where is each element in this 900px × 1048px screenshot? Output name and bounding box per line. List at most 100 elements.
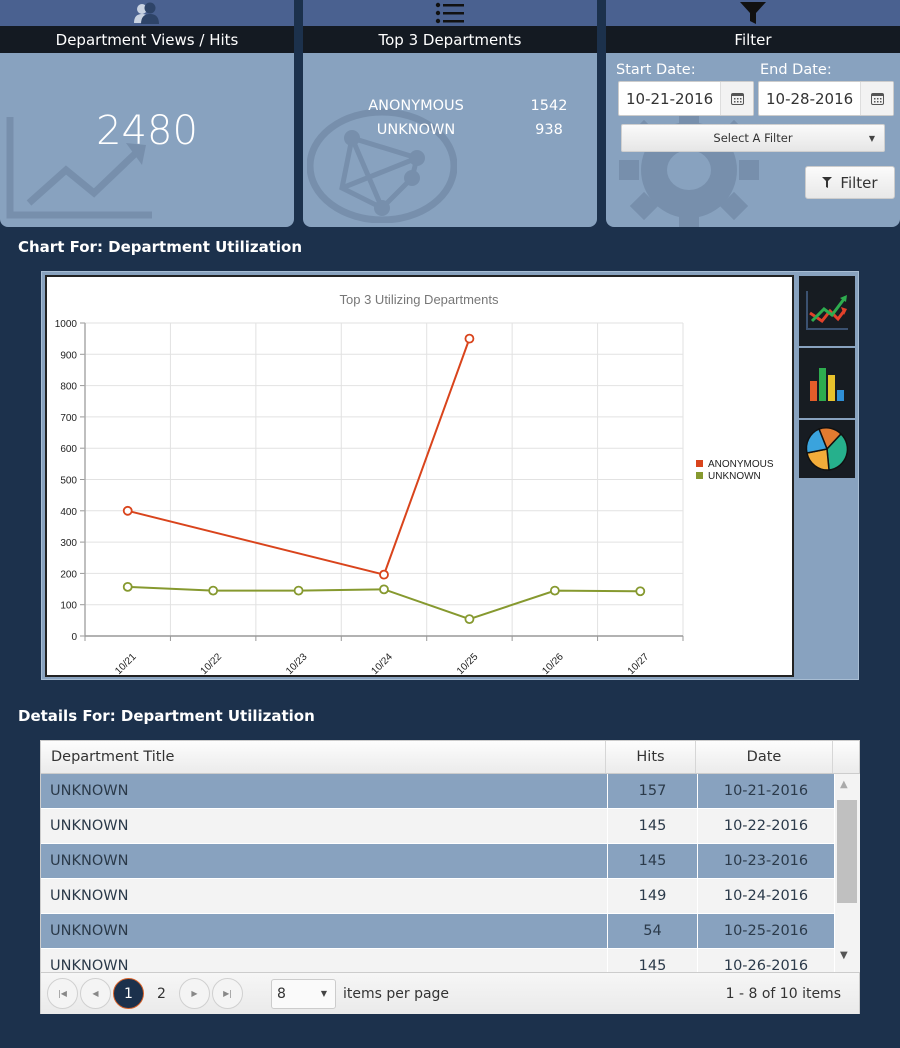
last-page-button[interactable]: ▶| xyxy=(212,978,243,1009)
total-hits-value: 2480 xyxy=(96,108,198,154)
legend-swatch xyxy=(696,472,703,479)
pie-chart-icon xyxy=(805,427,849,471)
line-chart-type-button[interactable] xyxy=(799,276,855,346)
y-tick-label: 900 xyxy=(60,350,77,361)
data-point[interactable] xyxy=(208,585,219,596)
x-tick-label: 10/23 xyxy=(284,651,310,675)
y-tick-label: 800 xyxy=(60,382,77,393)
vertical-scrollbar[interactable]: ▲ ▼ xyxy=(835,774,860,972)
funnel-icon xyxy=(740,2,766,24)
y-tick-label: 300 xyxy=(60,538,77,549)
column-header-date[interactable]: Date xyxy=(696,741,833,773)
cell-department: UNKNOWN xyxy=(41,914,608,948)
y-tick-label: 600 xyxy=(60,444,77,455)
x-tick-label: 10/25 xyxy=(455,651,481,675)
end-date-input[interactable]: 10-28-2016 xyxy=(759,82,860,115)
cell-department: UNKNOWN xyxy=(41,879,608,913)
details-section-title: Details For: Department Utilization xyxy=(18,707,315,725)
data-point[interactable] xyxy=(379,569,389,580)
users-icon xyxy=(134,2,159,24)
top3-list: ANONYMOUS 1542 UNKNOWN 938 xyxy=(361,98,569,146)
start-date-picker[interactable]: 10-21-2016 xyxy=(618,81,754,116)
top3-card-title: Top 3 Departments xyxy=(303,26,597,53)
table-row[interactable]: UNKNOWN 54 10-25-2016 xyxy=(41,914,835,949)
next-page-button[interactable]: ▶ xyxy=(179,978,210,1009)
views-card-title: Department Views / Hits xyxy=(0,26,294,53)
table-row[interactable]: UNKNOWN 149 10-24-2016 xyxy=(41,879,835,914)
data-point[interactable] xyxy=(122,505,133,516)
chart-container: Top 3 Utilizing Departments 0 100 200 300 40… xyxy=(45,275,794,677)
data-point[interactable] xyxy=(635,586,646,597)
page-2-button[interactable]: 2 xyxy=(146,978,177,1009)
pie-chart-type-button[interactable] xyxy=(799,420,855,478)
x-tick-label: 10/26 xyxy=(540,651,566,675)
pager-info: 1 - 8 of 10 items xyxy=(725,985,841,1002)
data-point[interactable] xyxy=(549,585,560,596)
data-point[interactable] xyxy=(293,585,304,596)
page-size-select[interactable]: 8 ▼ xyxy=(271,978,336,1009)
line-chart: Top 3 Utilizing Departments 0 100 200 300 40… xyxy=(55,292,774,675)
table-row[interactable]: UNKNOWN 145 10-23-2016 xyxy=(41,844,835,879)
start-calendar-button[interactable] xyxy=(720,82,753,115)
scroll-up-arrow-icon[interactable]: ▲ xyxy=(840,779,848,790)
department-hits: 938 xyxy=(535,122,563,138)
calendar-icon xyxy=(870,93,884,105)
cell-department: UNKNOWN xyxy=(41,774,608,808)
calendar-icon xyxy=(730,93,744,105)
department-hits: 1542 xyxy=(530,98,568,114)
filter-card-title: Filter xyxy=(606,26,900,53)
column-header-department-title[interactable]: Department Title xyxy=(41,741,606,773)
page-1-button[interactable]: 1 xyxy=(113,978,144,1009)
funnel-icon xyxy=(822,177,833,188)
y-tick-label: 400 xyxy=(60,507,77,518)
bar-chart-icon xyxy=(810,368,844,401)
y-tick-label: 200 xyxy=(60,569,77,580)
y-tick-label: 0 xyxy=(71,632,77,643)
data-point[interactable] xyxy=(464,614,475,624)
cell-date: 10-21-2016 xyxy=(698,774,835,808)
cell-hits: 145 xyxy=(608,809,698,843)
views-card-header xyxy=(0,0,294,26)
table-row[interactable]: UNKNOWN 157 10-21-2016 xyxy=(41,774,835,809)
filter-select[interactable]: Select A Filter ▼ xyxy=(621,124,885,152)
top3-card-header xyxy=(303,0,597,26)
table-row[interactable]: UNKNOWN 145 10-22-2016 xyxy=(41,809,835,844)
cell-hits: 149 xyxy=(608,879,698,913)
end-date-picker[interactable]: 10-28-2016 xyxy=(758,81,894,116)
legend-label: ANONYMOUS xyxy=(708,459,774,470)
y-tick-label: 100 xyxy=(60,601,77,612)
y-tick-label: 500 xyxy=(60,476,77,487)
column-header-hits[interactable]: Hits xyxy=(606,741,696,773)
start-date-label: Start Date: xyxy=(616,62,696,78)
cell-date: 10-22-2016 xyxy=(698,809,835,843)
end-calendar-button[interactable] xyxy=(860,82,893,115)
filter-button[interactable]: Filter xyxy=(805,166,895,199)
cell-date: 10-24-2016 xyxy=(698,879,835,913)
last-page-icon: ▶| xyxy=(223,989,232,998)
details-grid: Department Title Hits Date UNKNOWN 157 10-… xyxy=(40,740,860,1014)
first-page-button[interactable]: |◀ xyxy=(47,978,78,1009)
data-point[interactable] xyxy=(122,581,133,592)
data-point[interactable] xyxy=(464,333,475,344)
views-card: Department Views / Hits 2480 xyxy=(0,0,294,227)
table-row[interactable]: UNKNOWN 145 10-26-2016 xyxy=(41,949,835,972)
previous-page-icon: ◀ xyxy=(92,989,99,998)
filter-card: Filter Start Date: End Date: 10-21-2016 … xyxy=(606,0,900,227)
department-name: UNKNOWN xyxy=(376,122,456,138)
scroll-thumb[interactable] xyxy=(837,800,857,903)
scroll-down-arrow-icon[interactable]: ▼ xyxy=(840,950,848,961)
bar-chart-type-button[interactable] xyxy=(799,348,855,418)
y-tick-label: 1000 xyxy=(55,319,78,330)
cell-hits: 54 xyxy=(608,914,698,948)
filter-button-label: Filter xyxy=(840,173,878,192)
previous-page-button[interactable]: ◀ xyxy=(80,978,111,1009)
start-date-input[interactable]: 10-21-2016 xyxy=(619,82,720,115)
x-tick-label: 10/21 xyxy=(113,651,139,675)
cell-department: UNKNOWN xyxy=(41,809,608,843)
legend-label: UNKNOWN xyxy=(708,471,761,482)
data-point[interactable] xyxy=(379,584,389,595)
top3-row: UNKNOWN 938 xyxy=(361,122,569,146)
cell-hits: 145 xyxy=(608,949,698,972)
x-tick-label: 10/22 xyxy=(199,651,225,675)
cell-department: UNKNOWN xyxy=(41,949,608,972)
